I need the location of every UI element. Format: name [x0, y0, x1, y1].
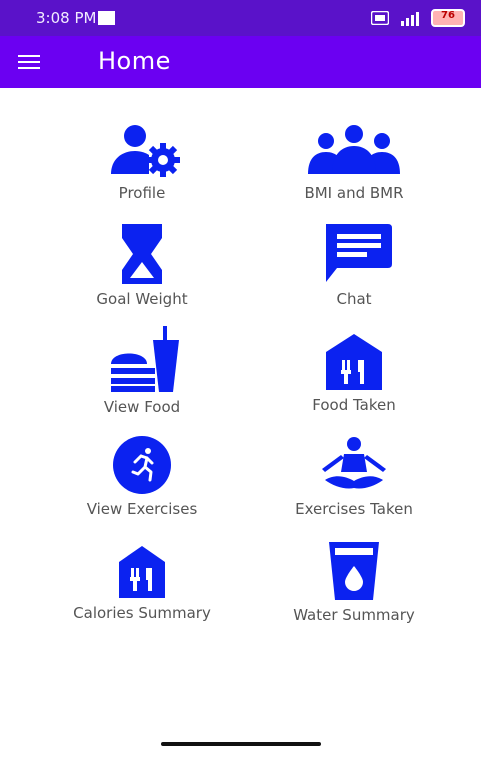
app-toolbar: Home — [0, 36, 481, 88]
home-gesture-bar[interactable] — [161, 742, 321, 746]
hourglass-icon — [122, 224, 162, 284]
battery-level: 76 — [441, 10, 455, 21]
notification-icon — [98, 11, 115, 25]
tile-water-summary[interactable]: Water Summary — [264, 542, 444, 624]
tile-label-bmi-bmr: BMI and BMR — [304, 184, 404, 202]
status-icons: 76 — [371, 9, 465, 27]
meditation-icon — [322, 437, 386, 489]
profile-settings-icon — [111, 125, 180, 177]
restaurant-house-icon — [326, 334, 382, 390]
chat-icon — [326, 224, 392, 282]
tile-profile[interactable]: Profile — [52, 124, 232, 202]
menu-button[interactable] — [18, 49, 44, 75]
tile-label-water-summary: Water Summary — [293, 606, 415, 624]
tile-label-calories-summary: Calories Summary — [73, 604, 211, 622]
tile-label-goal-weight: Goal Weight — [96, 290, 188, 308]
volte-icon — [371, 11, 389, 25]
tile-label-profile: Profile — [118, 184, 166, 202]
signal-icon — [401, 12, 419, 26]
tile-label-view-food: View Food — [103, 398, 181, 416]
status-bar: 3:08 PM 76 — [0, 0, 481, 36]
tile-bmi-bmr[interactable]: BMI and BMR — [264, 124, 444, 202]
tile-calories-summary[interactable]: Calories Summary — [52, 546, 232, 622]
tile-view-food[interactable]: View Food — [52, 326, 232, 416]
tile-food-taken[interactable]: Food Taken — [264, 334, 444, 414]
tile-goal-weight[interactable]: Goal Weight — [52, 224, 232, 308]
tile-chat[interactable]: Chat — [264, 224, 444, 308]
tile-label-exercises-taken: Exercises Taken — [295, 500, 413, 518]
tile-label-food-taken: Food Taken — [312, 396, 396, 414]
battery-icon: 76 — [431, 9, 465, 27]
group-icon — [308, 125, 400, 174]
water-glass-icon — [329, 542, 379, 600]
tile-label-chat: Chat — [336, 290, 372, 308]
tile-view-exercises[interactable]: View Exercises — [52, 436, 232, 518]
fastfood-icon — [111, 326, 179, 392]
status-time: 3:08 PM — [36, 9, 97, 27]
tile-label-view-exercises: View Exercises — [86, 500, 198, 518]
tile-exercises-taken[interactable]: Exercises Taken — [264, 436, 444, 518]
page-title: Home — [98, 47, 171, 75]
restaurant-house-icon — [119, 546, 165, 598]
running-icon — [113, 436, 171, 494]
